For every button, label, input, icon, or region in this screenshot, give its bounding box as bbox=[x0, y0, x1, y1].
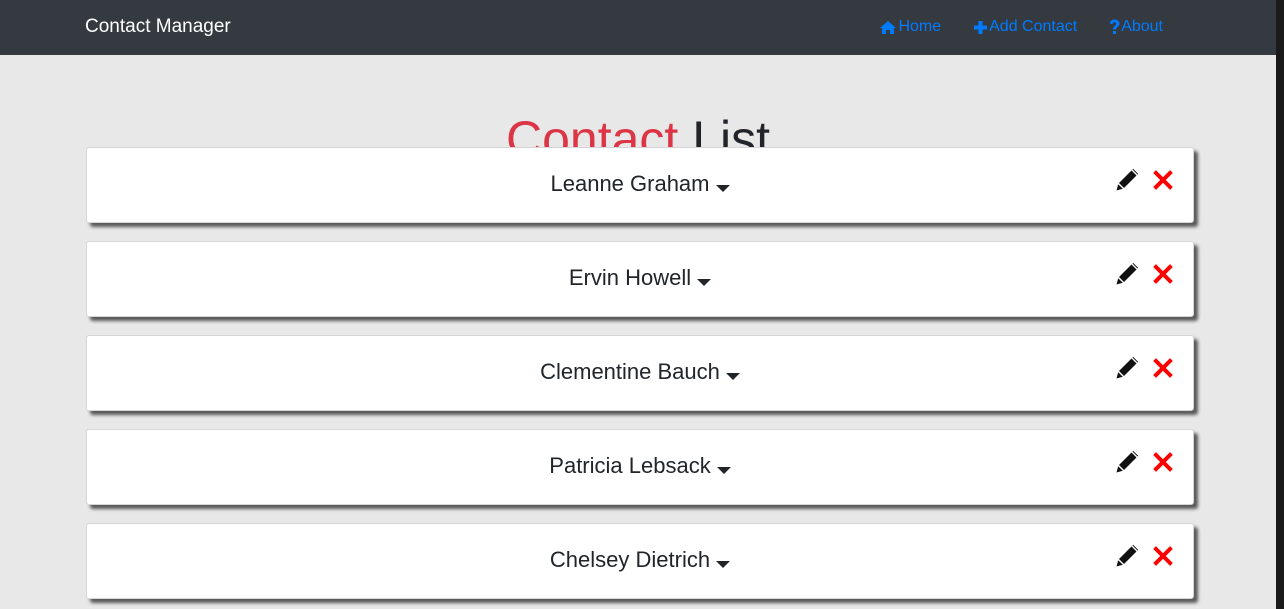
contact-name: Patricia Lebsack bbox=[549, 453, 711, 478]
brand-title[interactable]: Contact Manager bbox=[85, 15, 231, 39]
caret-down-icon[interactable] bbox=[716, 561, 731, 568]
contact-name: Chelsey Dietrich bbox=[549, 547, 711, 572]
delete-icon[interactable] bbox=[1153, 170, 1173, 190]
delete-icon[interactable] bbox=[1153, 264, 1173, 284]
navbar: Contact Manager Home Add Contact About bbox=[0, 0, 1276, 55]
contact-card: Clementine Bauch bbox=[86, 335, 1194, 411]
delete-icon[interactable] bbox=[1153, 452, 1173, 472]
delete-icon[interactable] bbox=[1153, 546, 1173, 566]
contact-name: Ervin Howell bbox=[568, 265, 692, 290]
contact-name: Leanne Graham bbox=[550, 171, 710, 196]
contact-name-toggle[interactable]: Clementine Bauch bbox=[87, 358, 1193, 386]
contact-name-toggle[interactable]: Chelsey Dietrich bbox=[87, 546, 1193, 574]
window-edge bbox=[1276, 0, 1284, 609]
pencil-icon[interactable] bbox=[1115, 262, 1139, 286]
pencil-icon[interactable] bbox=[1115, 168, 1139, 192]
pencil-icon[interactable] bbox=[1115, 544, 1139, 568]
nav-link-add-contact[interactable]: Add Contact bbox=[973, 16, 1077, 38]
contact-card: Patricia Lebsack bbox=[86, 429, 1194, 505]
nav-link-add-contact-label: Add Contact bbox=[989, 18, 1078, 35]
contact-name-toggle[interactable]: Leanne Graham bbox=[87, 170, 1193, 198]
caret-down-icon[interactable] bbox=[725, 373, 740, 380]
contact-name: Clementine Bauch bbox=[540, 359, 720, 384]
nav-link-home[interactable]: Home bbox=[879, 16, 941, 38]
pencil-icon[interactable] bbox=[1115, 450, 1139, 474]
contact-card: Ervin Howell bbox=[86, 241, 1194, 317]
contact-name-toggle[interactable]: Ervin Howell bbox=[87, 264, 1193, 292]
caret-down-icon[interactable] bbox=[716, 467, 731, 474]
caret-down-icon[interactable] bbox=[697, 279, 712, 286]
caret-down-icon[interactable] bbox=[715, 185, 730, 192]
contact-card: Chelsey Dietrich bbox=[86, 523, 1194, 599]
contact-card: Leanne Graham bbox=[86, 147, 1194, 223]
nav-link-about[interactable]: About bbox=[1109, 16, 1163, 38]
nav-link-about-label: About bbox=[1121, 18, 1163, 35]
nav-links: Home Add Contact About bbox=[879, 16, 1163, 38]
contact-name-toggle[interactable]: Patricia Lebsack bbox=[87, 452, 1193, 480]
pencil-icon[interactable] bbox=[1115, 356, 1139, 380]
question-icon bbox=[1110, 19, 1120, 34]
home-icon bbox=[880, 20, 897, 34]
nav-link-home-label: Home bbox=[898, 18, 942, 35]
delete-icon[interactable] bbox=[1153, 358, 1173, 378]
plus-icon bbox=[974, 20, 988, 34]
